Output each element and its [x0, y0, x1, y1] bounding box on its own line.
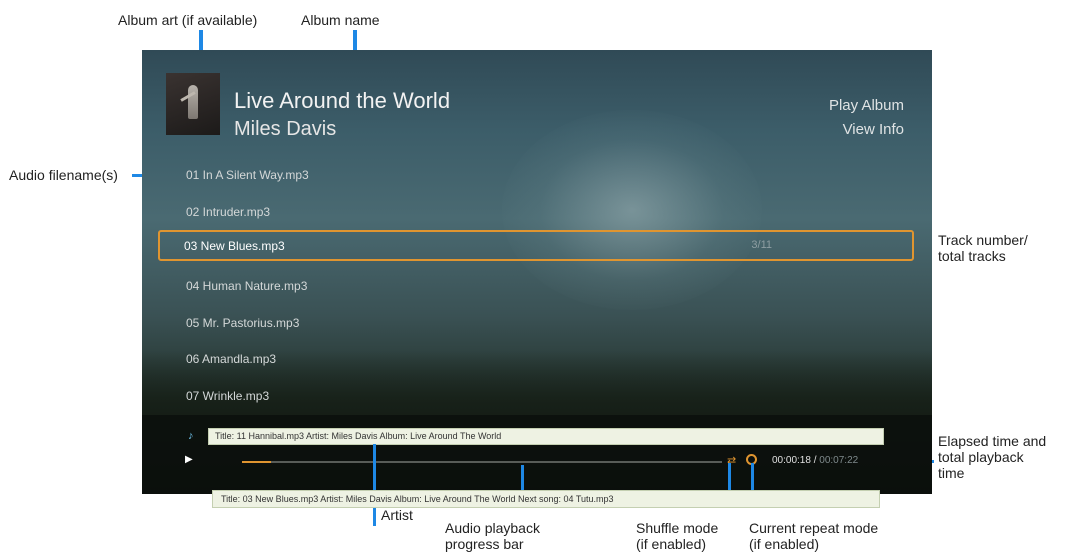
play-album-button[interactable]: Play Album — [829, 97, 904, 114]
callout-elapsed-line3: time — [938, 465, 965, 481]
track-item[interactable]: 06 Amandla.mp3 — [186, 352, 276, 366]
total-time: 00:07:22 — [819, 455, 859, 466]
callout-elapsed-line1: Elapsed time and — [938, 433, 1047, 449]
track-item[interactable]: 02 Intruder.mp3 — [186, 205, 270, 219]
callout-progress-line1: Audio playback — [445, 520, 540, 536]
album-artist: Miles Davis — [234, 118, 337, 140]
elapsed-time: 00:00:18 / — [772, 455, 820, 466]
callout-shuffle-line2: (if enabled) — [636, 536, 707, 552]
callout-repeat-line1: Current repeat mode — [749, 520, 879, 536]
callout-elapsed-line2: total playback — [938, 449, 1024, 465]
track-number-count: 3/11 — [751, 239, 772, 251]
track-item-label: 03 New Blues.mp3 — [184, 239, 285, 253]
player-screen: Live Around the World Miles Davis Play A… — [142, 50, 932, 494]
callout-track-number-line1: Track number/ — [938, 232, 1028, 248]
callout-repeat: Current repeat mode (if enabled) — [749, 520, 878, 552]
callout-elapsed-time: Elapsed time and total playback time — [938, 433, 1046, 481]
playback-progress-bar[interactable] — [242, 461, 722, 463]
view-info-button[interactable]: View Info — [843, 121, 904, 138]
callout-artist: Artist — [381, 507, 413, 523]
now-playing-info: Title: 11 Hannibal.mp3 Artist: Miles Dav… — [208, 428, 884, 445]
callout-album-name: Album name — [301, 12, 380, 28]
play-icon[interactable]: ▶ — [185, 454, 193, 465]
callout-audio-filenames: Audio filename(s) — [9, 167, 118, 183]
album-art-figure — [188, 85, 198, 119]
callout-line-artist — [373, 444, 376, 526]
track-item[interactable]: 05 Mr. Pastorius.mp3 — [186, 316, 299, 330]
callout-shuffle: Shuffle mode (if enabled) — [636, 520, 718, 552]
callout-repeat-line2: (if enabled) — [749, 536, 820, 552]
track-item[interactable]: 01 In A Silent Way.mp3 — [186, 168, 309, 182]
playback-progress-fill — [242, 461, 271, 463]
track-item[interactable]: 04 Human Nature.mp3 — [186, 279, 307, 293]
album-art — [166, 73, 220, 135]
background-cloud — [502, 110, 762, 310]
callout-track-number-line2: total tracks — [938, 248, 1006, 264]
callout-progress-line2: progress bar — [445, 536, 524, 552]
callout-track-number: Track number/ total tracks — [938, 232, 1028, 264]
track-item[interactable]: 07 Wrinkle.mp3 — [186, 389, 269, 403]
callout-album-art: Album art (if available) — [118, 12, 258, 28]
next-song-info: Title: 03 New Blues.mp3 Artist: Miles Da… — [212, 490, 880, 508]
callout-progress-bar: Audio playback progress bar — [445, 520, 540, 552]
callout-shuffle-line1: Shuffle mode — [636, 520, 719, 536]
album-title: Live Around the World — [234, 88, 451, 113]
track-item-selected[interactable]: 03 New Blues.mp3 3/11 — [158, 230, 914, 261]
playback-time: 00:00:18 / 00:07:22 — [772, 455, 858, 466]
music-note-icon: ♪ — [188, 430, 194, 442]
